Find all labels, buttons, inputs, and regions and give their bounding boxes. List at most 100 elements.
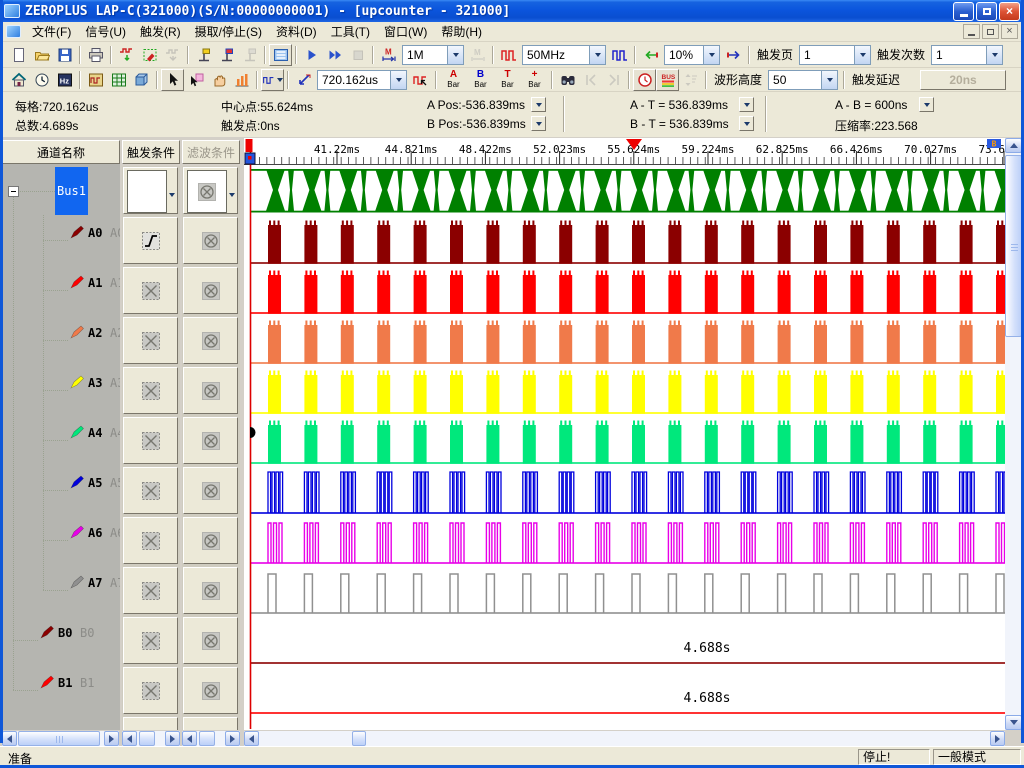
channel-row-A1[interactable]: A1A1 — [2, 266, 120, 314]
channel-label[interactable]: A5 — [88, 476, 102, 490]
menu-item-0[interactable]: 文件(F) — [25, 21, 78, 42]
home-button[interactable] — [7, 69, 30, 91]
expand-right-button[interactable] — [722, 44, 745, 66]
channel-label[interactable]: A3 — [88, 376, 102, 390]
bus-trigger-button[interactable] — [269, 44, 292, 66]
filter-cell-A1[interactable] — [183, 267, 238, 314]
a-bar-button[interactable]: ABar — [440, 68, 467, 91]
scroll-up-button[interactable] — [1005, 138, 1022, 153]
filter-col-hscrollbar[interactable] — [182, 731, 240, 746]
capture-edit-button[interactable] — [138, 44, 161, 66]
sample-rate-combo[interactable]: 50MHz — [522, 45, 606, 65]
scroll-thumb[interactable] — [352, 731, 366, 746]
filter-cell-A7[interactable] — [183, 567, 238, 614]
a-b-dropdown[interactable] — [919, 97, 934, 112]
clock-button[interactable] — [30, 69, 53, 91]
bar-chart-button[interactable] — [230, 69, 253, 91]
channel-row-B0[interactable]: B0B0 — [2, 616, 120, 664]
filter-cell-A4[interactable] — [183, 417, 238, 464]
trigger-count-combo[interactable]: 1 — [931, 45, 1003, 65]
frequency-button[interactable]: Hz — [53, 69, 76, 91]
close-button[interactable]: × — [999, 2, 1020, 21]
combo-arrow-icon[interactable] — [229, 193, 235, 200]
run-continuous-button[interactable] — [323, 44, 346, 66]
a-t-dropdown[interactable] — [739, 97, 754, 112]
search-button[interactable] — [556, 69, 579, 91]
menu-item-6[interactable]: 窗口(W) — [377, 21, 434, 42]
waveform-area[interactable]: 41.22ms44.821ms48.422ms52.023ms55.624ms5… — [244, 138, 1005, 730]
waveform-vscrollbar[interactable] — [1005, 138, 1022, 730]
wave-height-combo[interactable]: 50 — [768, 70, 838, 90]
name-panel-hscrollbar[interactable] — [2, 731, 119, 746]
wave-red-button[interactable] — [497, 44, 520, 66]
t-bar-button[interactable]: TBar — [494, 68, 521, 91]
bus-colored-button[interactable]: BUS — [656, 69, 679, 91]
trigger-cell-A2[interactable] — [123, 317, 178, 364]
sample-depth-combo[interactable]: 1M — [402, 45, 464, 65]
tree-collapse-button[interactable] — [8, 186, 19, 197]
trigger-page-dropdown-button[interactable] — [854, 46, 870, 64]
grid-window-button[interactable] — [107, 69, 130, 91]
scroll-left-button[interactable] — [244, 731, 259, 746]
channel-label[interactable]: A1 — [88, 276, 102, 290]
pen-icon[interactable] — [70, 374, 85, 392]
filter-cell-B0[interactable] — [183, 617, 238, 664]
combo-arrow-icon[interactable] — [169, 193, 175, 200]
trigger-cell-A3[interactable] — [123, 367, 178, 414]
trigger-cell-A0[interactable] — [123, 217, 178, 264]
next-button[interactable] — [602, 69, 625, 91]
channel-label[interactable]: A7 — [88, 576, 102, 590]
trigger-mark-yellow-button[interactable] — [192, 44, 215, 66]
filter-cell-A2[interactable] — [183, 317, 238, 364]
hand-button[interactable] — [207, 69, 230, 91]
channel-row-A7[interactable]: A7A7 — [2, 566, 120, 614]
b-bar-button[interactable]: BBar — [467, 68, 494, 91]
channel-row-A0[interactable]: A0A0 — [2, 216, 120, 264]
b-pos-dropdown[interactable] — [531, 116, 546, 131]
trigger-cell-A5[interactable] — [123, 467, 178, 514]
capture-off-button[interactable] — [161, 44, 184, 66]
save-file-button[interactable] — [53, 44, 76, 66]
compress-left-button[interactable] — [639, 44, 662, 66]
updown-button[interactable] — [679, 69, 702, 91]
mdi-close-button[interactable]: × — [1001, 24, 1018, 39]
scroll-left-button[interactable] — [182, 731, 197, 746]
waveform-hscrollbar[interactable] — [244, 731, 1005, 746]
filter-cell-A6[interactable] — [183, 517, 238, 564]
mdi-restore-button[interactable] — [982, 24, 999, 39]
plus-bar-button[interactable]: +Bar — [521, 68, 548, 91]
wave-mode-button[interactable] — [261, 69, 284, 91]
menu-item-3[interactable]: 摄取/停止(S) — [188, 21, 269, 42]
filter-cell-A3[interactable] — [183, 367, 238, 414]
filter-cell-extra[interactable] — [183, 717, 238, 730]
scroll-thumb[interactable] — [199, 731, 215, 746]
wave-window-button[interactable] — [84, 69, 107, 91]
trigger-cell-A1[interactable] — [123, 267, 178, 314]
scroll-right-button[interactable] — [990, 731, 1005, 746]
cube-3d-button[interactable] — [130, 69, 153, 91]
memory-next-button[interactable]: M — [466, 44, 489, 66]
scroll-left-button[interactable] — [122, 731, 137, 746]
sample-depth-dropdown-button[interactable] — [447, 46, 463, 64]
trigger-mark-red-button[interactable] — [215, 44, 238, 66]
scroll-thumb[interactable] — [1005, 155, 1022, 337]
restore-button[interactable] — [976, 2, 997, 21]
time-div-dropdown-button[interactable] — [390, 71, 406, 89]
trigger-cell-B0[interactable] — [123, 617, 178, 664]
scroll-right-button[interactable] — [104, 731, 119, 746]
new-file-button[interactable] — [7, 44, 30, 66]
channel-row-A3[interactable]: A3A3 — [2, 366, 120, 414]
pen-icon[interactable] — [70, 274, 85, 292]
trigger-cell-B1[interactable] — [123, 667, 178, 714]
trigger-col-hscrollbar[interactable] — [122, 731, 180, 746]
display-ratio-combo[interactable]: 10% — [664, 45, 720, 65]
channel-label[interactable]: A2 — [88, 326, 102, 340]
channel-label[interactable]: A4 — [88, 426, 102, 440]
wave-cursor-button[interactable] — [409, 69, 432, 91]
clock-red-button[interactable] — [633, 69, 656, 91]
trigger-cell-extra[interactable] — [123, 717, 178, 730]
pointer-select-button[interactable] — [184, 69, 207, 91]
a-pos-dropdown[interactable] — [531, 97, 546, 112]
channel-label[interactable]: A0 — [88, 226, 102, 240]
channel-row-A4[interactable]: A4A4 — [2, 416, 120, 464]
